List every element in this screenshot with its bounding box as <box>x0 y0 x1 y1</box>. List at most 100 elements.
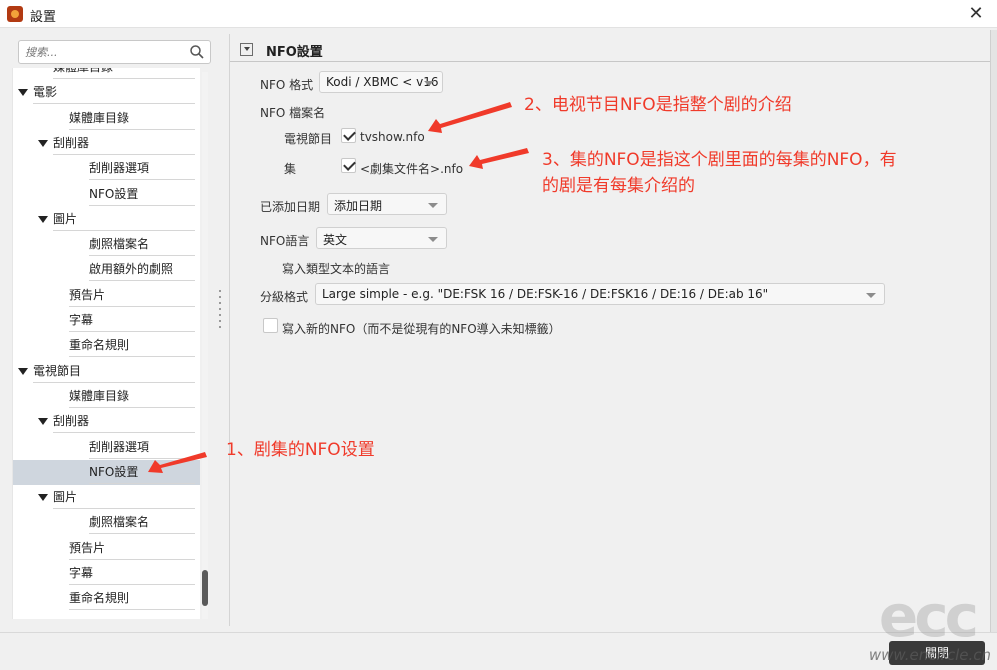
dialog-footer: 關閉 <box>0 632 997 670</box>
tree-item[interactable]: 圖片 <box>13 485 200 510</box>
tree-item-label: 電影 <box>33 80 195 105</box>
tree-item[interactable]: 啟用額外的劇照 <box>13 257 200 282</box>
annotation-episode-nfo-line1: 3、集的NFO是指这个剧里面的每集的NFO，有 <box>542 150 897 170</box>
date-added-select[interactable]: 添加日期 <box>327 193 447 215</box>
chevron-down-icon <box>424 81 434 86</box>
search-box[interactable] <box>18 40 211 64</box>
date-added-label: 已添加日期 <box>260 200 321 214</box>
tree-item[interactable]: 預告片 <box>13 536 200 561</box>
watermark-logo: ecc <box>878 582 979 650</box>
settings-navigation: 媒體庫目錄電影媒體庫目錄刮削器刮削器選項NFO設置圖片劇照檔案名啟用額外的劇照預… <box>12 38 212 622</box>
panel-splitter[interactable] <box>218 286 222 356</box>
tree-item-label: 刮削器選項 <box>89 156 195 181</box>
nfo-language-label: NFO語言 <box>260 234 310 248</box>
tree-item[interactable]: 媒體庫目錄 <box>13 68 200 80</box>
tree-item-label: 刮削器 <box>53 131 195 155</box>
tree-item[interactable]: 刮削器選項 <box>13 435 200 460</box>
window-close-button[interactable]: ✕ <box>965 3 987 25</box>
nfo-format-label: NFO 格式 <box>260 78 314 92</box>
tree-item[interactable]: NFO設置 <box>13 459 200 485</box>
tree-item[interactable]: 電影 <box>13 80 200 105</box>
tree-item[interactable]: 劇照檔案名 <box>13 510 200 535</box>
nfo-language-select[interactable]: 英文 <box>316 227 447 249</box>
section-header: NFO設置 <box>230 40 990 62</box>
tree-item-label: 重命名規則 <box>69 333 195 358</box>
write-new-nfo-label: 寫入新的NFO（而不是從現有的NFO導入未知標籤） <box>282 322 561 336</box>
tree-item[interactable]: 刮削器選項 <box>13 156 200 181</box>
collapse-icon[interactable] <box>240 43 253 56</box>
caret-down-icon[interactable] <box>38 418 48 426</box>
caret-down-icon[interactable] <box>18 89 28 97</box>
tree-item[interactable]: 預告片 <box>13 283 200 308</box>
tree-item-label: 預告片 <box>69 536 195 560</box>
tree-item[interactable]: 劇照檔案名 <box>13 232 200 257</box>
tree-item-label: 媒體庫目錄 <box>69 384 195 408</box>
nfo-filename-label: NFO 檔案名 <box>260 106 326 120</box>
tree-item[interactable]: 刮削器 <box>13 131 200 156</box>
chevron-down-icon <box>866 293 876 298</box>
tree-item-label: 刮削器 <box>53 409 195 434</box>
episode-nfo-label: 集 <box>284 162 297 176</box>
tree-item[interactable]: 刮削器 <box>13 409 200 434</box>
tree-item[interactable]: 字幕 <box>13 308 200 333</box>
tree-item[interactable]: 重命名規則 <box>13 333 200 358</box>
caret-down-icon[interactable] <box>38 494 48 502</box>
tree-item[interactable]: 電視節目 <box>13 359 200 384</box>
tree-item[interactable]: NFO設置 <box>13 182 200 207</box>
tree-item-label: 重命名規則 <box>69 586 195 611</box>
tvshow-nfo-filename: tvshow.nfo <box>360 130 425 144</box>
tvshow-nfo-label: 電視節目 <box>284 132 333 146</box>
tree-item-label: 媒體庫目錄 <box>53 68 195 79</box>
nfo-language-value: 英文 <box>323 233 348 247</box>
background-window-edge <box>990 30 997 670</box>
nfo-format-value: Kodi / XBMC < v16 <box>326 75 439 89</box>
title-bar: 設置 ✕ <box>0 0 997 28</box>
tree-item-label: 刮削器選項 <box>89 435 195 459</box>
tree-item-label: 劇照檔案名 <box>89 510 195 535</box>
date-added-value: 添加日期 <box>334 199 383 213</box>
tree-item-label: 劇照檔案名 <box>89 232 195 257</box>
tree-item-label: 字幕 <box>69 561 195 585</box>
tree-item-label: NFO設置 <box>89 182 195 206</box>
caret-down-icon[interactable] <box>38 139 48 147</box>
tree-item-label: 啟用額外的劇照 <box>89 257 195 282</box>
tree-scrollbar-thumb[interactable] <box>202 570 208 606</box>
tvshow-nfo-checkbox[interactable] <box>341 128 356 143</box>
window-title: 設置 <box>30 10 57 25</box>
tree-item-label: 媒體庫目錄 <box>69 106 195 130</box>
caret-down-icon[interactable] <box>18 367 28 375</box>
annotation-episode-nfo-settings: 1、剧集的NFO设置 <box>226 440 375 460</box>
section-title: NFO設置 <box>266 45 323 60</box>
dialog-body: 媒體庫目錄電影媒體庫目錄刮削器刮削器選項NFO設置圖片劇照檔案名啟用額外的劇照預… <box>0 28 997 670</box>
search-icon[interactable] <box>189 44 205 60</box>
chevron-down-icon <box>428 237 438 242</box>
caret-down-icon[interactable] <box>38 215 48 223</box>
tree-item[interactable]: 字幕 <box>13 561 200 586</box>
episode-nfo-checkbox[interactable] <box>341 158 356 173</box>
tree-item[interactable]: 媒體庫目錄 <box>13 384 200 409</box>
search-input[interactable] <box>25 44 185 60</box>
annotation-episode-nfo-line2: 的剧是有每集介绍的 <box>542 176 695 196</box>
rating-format-label: 分級格式 <box>260 290 309 304</box>
write-new-nfo-checkbox[interactable] <box>263 318 278 333</box>
annotation-tvshow-nfo: 2、电视节目NFO是指整个剧的介绍 <box>524 95 792 115</box>
tree-item-label: NFO設置 <box>89 460 195 484</box>
language-note: 寫入類型文本的語言 <box>282 262 391 276</box>
app-icon <box>7 6 23 22</box>
tree-item[interactable]: 圖片 <box>13 207 200 232</box>
rating-format-value: Large simple - e.g. "DE:FSK 16 / DE:FSK-… <box>322 287 769 301</box>
chevron-down-icon <box>428 203 438 208</box>
nfo-format-select[interactable]: Kodi / XBMC < v16 <box>319 71 443 93</box>
tree-scrollbar[interactable] <box>202 72 208 619</box>
tree-item[interactable]: 重命名規則 <box>13 586 200 611</box>
rating-format-select[interactable]: Large simple - e.g. "DE:FSK 16 / DE:FSK-… <box>315 283 885 305</box>
episode-nfo-filename: <劇集文件名>.nfo <box>360 162 464 176</box>
tree-item-label: 圖片 <box>53 207 195 231</box>
tree-item-label: 字幕 <box>69 308 195 332</box>
settings-content: NFO設置 NFO 格式 Kodi / XBMC < v16 NFO 檔案名 電… <box>229 34 990 626</box>
tree-item-label: 圖片 <box>53 485 195 510</box>
watermark-url: www.encircle.cn <box>868 646 991 664</box>
tree-item[interactable]: 媒體庫目錄 <box>13 106 200 131</box>
settings-tree: 媒體庫目錄電影媒體庫目錄刮削器刮削器選項NFO設置圖片劇照檔案名啟用額外的劇照預… <box>12 68 200 619</box>
tree-item-label: 電視節目 <box>33 359 195 383</box>
